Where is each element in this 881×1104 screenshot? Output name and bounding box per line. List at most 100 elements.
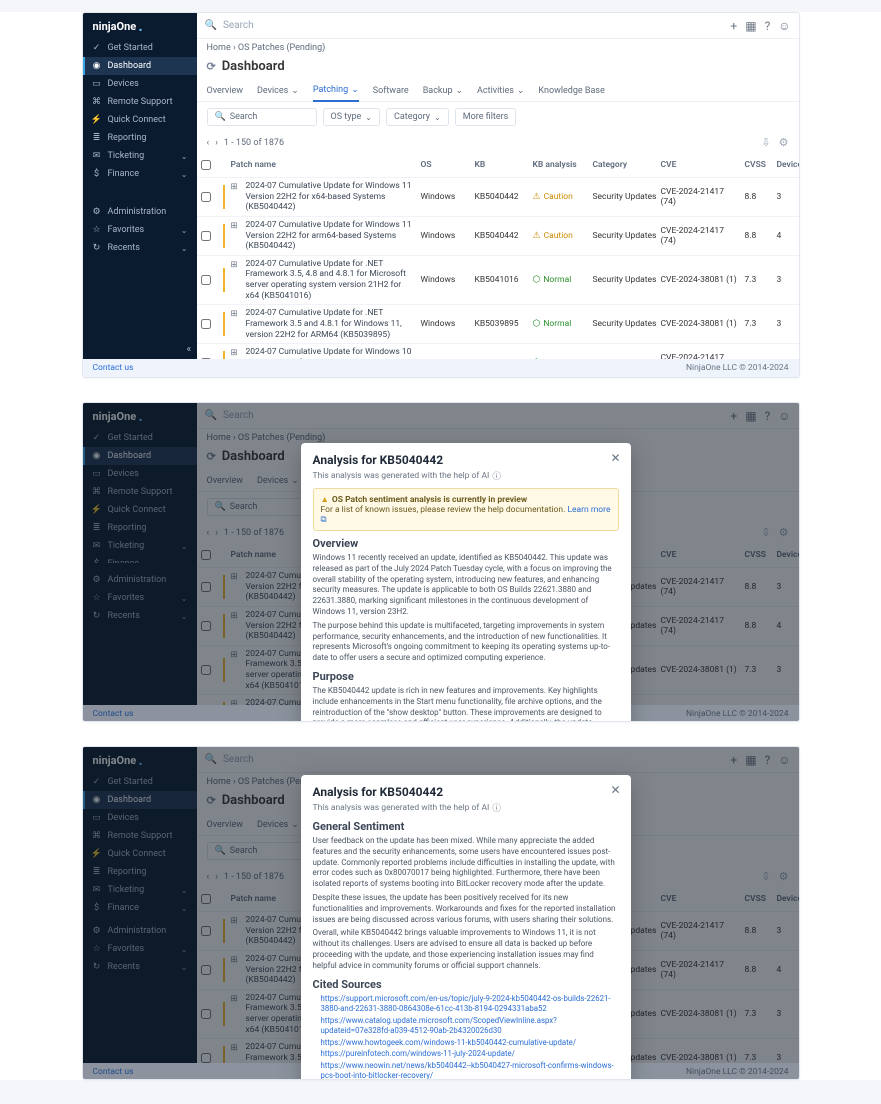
sidebar-item-devices[interactable]: ▭Devices <box>83 75 197 93</box>
sidebar-collapse-icon[interactable]: « <box>187 344 192 355</box>
filter-search[interactable]: 🔍Search <box>207 108 317 126</box>
sidebar-item-finance[interactable]: $Finance⌄ <box>83 555 197 563</box>
sidebar-item-recents[interactable]: ↻Recents⌄ <box>83 607 197 625</box>
info-icon[interactable]: ⓘ <box>492 802 501 814</box>
col-cve[interactable]: CVE <box>659 160 743 170</box>
sidebar-item-favorites[interactable]: ☆Favorites⌄ <box>83 221 197 239</box>
filter-os-type[interactable]: OS type⌄ <box>323 108 381 126</box>
col-devices[interactable]: Devices <box>775 894 799 904</box>
sidebar-item-get-started[interactable]: ✓Get Started <box>83 39 197 57</box>
sidebar-item-dashboard[interactable]: ◉Dashboard <box>83 57 197 75</box>
tab-devices[interactable]: Devices⌄ <box>257 470 299 491</box>
sidebar-item-dashboard[interactable]: ◉Dashboard <box>83 447 197 465</box>
filter-more-filters[interactable]: More filters <box>455 108 517 126</box>
breadcrumb-home[interactable]: Home <box>207 43 231 53</box>
table-row[interactable]: ⊞2024-07 Cumulative Update for Windows 1… <box>197 178 799 217</box>
row-checkbox[interactable] <box>201 1053 211 1063</box>
sidebar-item-favorites[interactable]: ☆Favorites⌄ <box>83 589 197 607</box>
tab-backup[interactable]: Backup⌄ <box>423 80 463 101</box>
tab-activities[interactable]: Activities⌄ <box>477 80 524 101</box>
sidebar-item-administration[interactable]: ⚙Administration <box>83 571 197 589</box>
row-checkbox[interactable] <box>201 358 211 359</box>
sidebar-item-quick-connect[interactable]: ⚡Quick Connect <box>83 501 197 519</box>
tab-devices[interactable]: Devices⌄ <box>257 80 299 101</box>
sidebar-item-finance[interactable]: $Finance⌄ <box>83 899 197 914</box>
row-checkbox[interactable] <box>201 319 211 329</box>
source-link[interactable]: https://www.neowin.net/news/kb5040442--k… <box>321 1061 619 1080</box>
tab-devices[interactable]: Devices⌄ <box>257 814 299 835</box>
col-os[interactable]: OS <box>419 160 473 170</box>
sidebar-item-reporting[interactable]: ≣Reporting <box>83 863 197 881</box>
col-cvss[interactable]: CVSS <box>743 894 775 904</box>
col-kb-analysis[interactable]: KB analysis <box>531 160 591 170</box>
row-checkbox[interactable] <box>201 965 211 975</box>
apps-icon[interactable]: ▦ <box>745 19 756 33</box>
sidebar-item-remote-support[interactable]: ⌘Remote Support <box>83 483 197 501</box>
row-checkbox[interactable] <box>201 275 211 285</box>
table-row[interactable]: ⊞2024-07 Cumulative Update for .NET Fram… <box>197 305 799 344</box>
source-link[interactable]: https://support.microsoft.com/en-us/topi… <box>321 994 619 1015</box>
tab-knowledge-base[interactable]: Knowledge Base <box>538 80 604 101</box>
tab-overview[interactable]: Overview <box>207 814 243 835</box>
add-icon[interactable]: + <box>730 19 737 33</box>
close-icon[interactable]: ✕ <box>610 451 620 465</box>
col-cve[interactable]: CVE <box>659 894 743 904</box>
tab-overview[interactable]: Overview <box>207 470 243 491</box>
row-checkbox[interactable] <box>201 926 211 936</box>
sidebar-item-quick-connect[interactable]: ⚡Quick Connect <box>83 111 197 129</box>
col-cvss[interactable]: CVSS <box>743 550 775 560</box>
sidebar-item-dashboard[interactable]: ◉Dashboard <box>83 791 197 809</box>
source-link[interactable]: https://www.howtogeek.com/windows-11-kb5… <box>321 1038 619 1049</box>
row-checkbox[interactable] <box>201 665 211 675</box>
sidebar-item-ticketing[interactable]: ✉Ticketing⌄ <box>83 147 197 165</box>
user-icon[interactable]: ☺ <box>778 19 790 33</box>
contact-link[interactable]: Contact us <box>93 363 134 373</box>
tab-overview[interactable]: Overview <box>207 80 243 101</box>
sidebar-item-reporting[interactable]: ≣Reporting <box>83 519 197 537</box>
close-icon[interactable]: ✕ <box>610 783 620 797</box>
refresh-icon[interactable]: ⟳ <box>207 60 216 73</box>
sidebar-item-ticketing[interactable]: ✉Ticketing⌄ <box>83 537 197 555</box>
sidebar-item-favorites[interactable]: ☆Favorites⌄ <box>83 940 197 958</box>
col-kb[interactable]: KB <box>473 160 531 170</box>
next-page-icon[interactable]: › <box>215 138 218 148</box>
table-row[interactable]: ⊞2024-07 Cumulative Update for Windows 1… <box>197 217 799 256</box>
sidebar-item-devices[interactable]: ▭Devices <box>83 809 197 827</box>
sidebar-item-finance[interactable]: $Finance⌄ <box>83 165 197 183</box>
source-link[interactable]: https://pureinfotech.com/windows-11-july… <box>321 1049 619 1060</box>
sidebar-item-recents[interactable]: ↻Recents⌄ <box>83 239 197 257</box>
tab-software[interactable]: Software <box>373 80 409 101</box>
filter-category[interactable]: Category⌄ <box>386 108 449 126</box>
col-cve[interactable]: CVE <box>659 550 743 560</box>
col-cvss[interactable]: CVSS <box>743 160 775 170</box>
select-all-checkbox[interactable] <box>201 894 211 904</box>
col-devices[interactable]: Devices <box>775 160 799 170</box>
row-checkbox[interactable] <box>201 621 211 631</box>
row-checkbox[interactable] <box>201 231 211 241</box>
sidebar-item-ticketing[interactable]: ✉Ticketing⌄ <box>83 881 197 899</box>
sidebar-item-reporting[interactable]: ≣Reporting <box>83 129 197 147</box>
help-icon[interactable]: ? <box>765 19 771 33</box>
select-all-checkbox[interactable] <box>201 550 211 560</box>
col-devices[interactable]: Devices <box>775 550 799 560</box>
select-all-checkbox[interactable] <box>201 160 211 170</box>
sidebar-item-remote-support[interactable]: ⌘Remote Support <box>83 827 197 845</box>
sidebar-item-quick-connect[interactable]: ⚡Quick Connect <box>83 845 197 863</box>
sidebar-item-devices[interactable]: ▭Devices <box>83 465 197 483</box>
row-checkbox[interactable] <box>201 582 211 592</box>
table-row[interactable]: ⊞2024-07 Cumulative Update for .NET Fram… <box>197 256 799 306</box>
settings-icon[interactable]: ⚙ <box>779 136 789 149</box>
col-patch-name[interactable]: Patch name <box>229 160 419 170</box>
col-category[interactable]: Category <box>591 160 659 170</box>
sidebar-item-get-started[interactable]: ✓Get Started <box>83 429 197 447</box>
sidebar-item-remote-support[interactable]: ⌘Remote Support <box>83 93 197 111</box>
prev-page-icon[interactable]: ‹ <box>207 138 210 148</box>
tab-patching[interactable]: Patching⌄ <box>313 80 359 102</box>
info-icon[interactable]: ⓘ <box>492 470 501 482</box>
source-link[interactable]: https://www.catalog.update.microsoft.com… <box>321 1016 619 1037</box>
row-checkbox[interactable] <box>201 192 211 202</box>
table-row[interactable]: ⊞2024-07 Cumulative Update for Windows 1… <box>197 344 799 359</box>
sidebar-item-recents[interactable]: ↻Recents⌄ <box>83 958 197 976</box>
global-search[interactable]: 🔍 Search <box>205 20 725 31</box>
sidebar-item-get-started[interactable]: ✓Get Started <box>83 773 197 791</box>
